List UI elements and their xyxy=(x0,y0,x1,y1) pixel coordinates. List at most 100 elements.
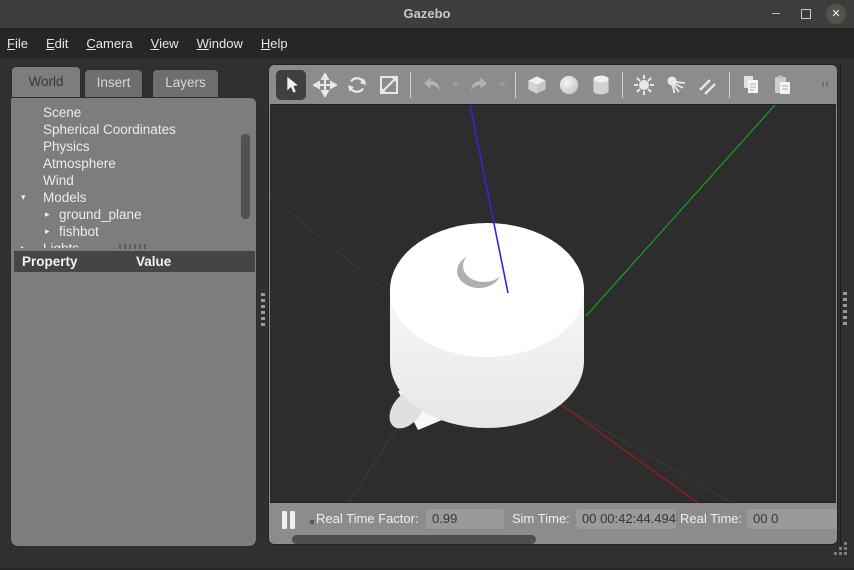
point-light-icon xyxy=(632,73,656,97)
rotate-tool-button[interactable] xyxy=(344,72,370,98)
cylinder-icon xyxy=(588,72,614,98)
expand-arrow-icon[interactable]: ▸ xyxy=(21,240,35,248)
real-time-factor-value: 0.99 xyxy=(426,509,504,529)
tree-item-spherical-coordinates[interactable]: Spherical Coordinates xyxy=(11,121,248,138)
right-panel-splitter[interactable] xyxy=(843,292,848,328)
titlebar[interactable]: Gazebo – ✕ xyxy=(0,0,854,28)
toolbar-separator xyxy=(622,72,623,98)
tree-item-physics[interactable]: Physics xyxy=(11,138,248,155)
render-toolbar xyxy=(269,65,837,104)
point-light-button[interactable] xyxy=(631,72,657,98)
insert-cylinder-button[interactable] xyxy=(588,72,614,98)
expand-arrow-icon[interactable]: ▸ xyxy=(45,223,59,240)
real-time-factor-label: Real Time Factor: xyxy=(316,509,419,529)
tab-world[interactable]: World xyxy=(11,66,81,97)
real-time-label: Real Time: xyxy=(680,509,742,529)
redo-icon xyxy=(467,73,491,97)
copy-button[interactable] xyxy=(738,72,764,98)
pause-button[interactable] xyxy=(282,511,298,529)
toolbar-overflow-grip[interactable] xyxy=(822,82,829,87)
world-tree: Scene Spherical Coordinates Physics Atmo… xyxy=(11,98,256,248)
menu-window[interactable]: Window xyxy=(195,34,245,53)
menu-file[interactable]: File xyxy=(5,34,30,53)
directional-light-icon xyxy=(696,73,720,97)
collapse-arrow-icon[interactable]: ▾ xyxy=(21,189,35,206)
left-panel: World Insert Layers Scene Spherical Coor… xyxy=(10,64,257,547)
menu-camera[interactable]: Camera xyxy=(84,34,134,53)
scrollbar-handle[interactable] xyxy=(292,535,536,544)
sim-time-value: 00 00:42:44.494 xyxy=(576,509,676,529)
rotate-icon xyxy=(345,73,369,97)
tree-item-fishbot[interactable]: ▸ fishbot xyxy=(11,223,248,240)
chevron-down-icon xyxy=(498,81,507,88)
left-panel-splitter[interactable] xyxy=(261,293,266,329)
menu-help[interactable]: Help xyxy=(259,34,290,53)
world-tab-panel: Scene Spherical Coordinates Physics Atmo… xyxy=(10,97,257,547)
redo-button[interactable] xyxy=(466,72,492,98)
tree-item-models[interactable]: ▾ Models xyxy=(11,189,248,206)
menu-view[interactable]: View xyxy=(149,34,181,53)
redo-history-button[interactable] xyxy=(498,72,507,98)
copy-icon xyxy=(739,73,763,97)
box-icon xyxy=(524,72,550,98)
undo-history-button[interactable] xyxy=(451,72,460,98)
cursor-arrow-icon xyxy=(280,74,302,96)
tree-item-atmosphere[interactable]: Atmosphere xyxy=(11,155,248,172)
simulation-status-bar: Real Time Factor: 0.99 Sim Time: 00 00:4… xyxy=(269,504,837,533)
render-panel: Real Time Factor: 0.99 Sim Time: 00 00:4… xyxy=(268,64,838,545)
insert-box-button[interactable] xyxy=(524,72,550,98)
tree-table-splitter[interactable] xyxy=(119,244,149,249)
close-icon: ✕ xyxy=(826,4,846,24)
right-panel-edge xyxy=(840,64,841,545)
scale-icon xyxy=(377,73,401,97)
property-column-header[interactable]: Property xyxy=(22,251,78,272)
tree-item-wind[interactable]: Wind xyxy=(11,172,248,189)
x-axis-line xyxy=(556,401,698,503)
fishbot-model xyxy=(382,223,584,435)
sim-time-label: Sim Time: xyxy=(512,509,570,529)
spot-light-button[interactable] xyxy=(663,72,689,98)
gazebo-window: Gazebo – ✕ File Edit Camera View Window … xyxy=(0,0,854,570)
real-time-value: 00 0 xyxy=(747,509,837,529)
scale-tool-button[interactable] xyxy=(376,72,402,98)
window-title: Gazebo xyxy=(0,0,854,28)
spot-light-icon xyxy=(664,73,688,97)
expand-arrow-icon[interactable]: ▸ xyxy=(45,206,59,223)
toolbar-separator xyxy=(515,72,516,98)
tree-item-ground-plane[interactable]: ▸ ground_plane xyxy=(11,206,248,223)
tab-layers[interactable]: Layers xyxy=(152,69,219,97)
toolbar-separator xyxy=(410,72,411,98)
minimize-button[interactable]: – xyxy=(764,0,788,28)
tree-scrollbar[interactable] xyxy=(241,134,250,219)
close-button[interactable]: ✕ xyxy=(825,0,847,28)
paste-button[interactable] xyxy=(770,72,796,98)
tree-item-scene[interactable]: Scene xyxy=(11,104,248,121)
directional-light-button[interactable] xyxy=(695,72,721,98)
scene-canvas xyxy=(270,105,836,504)
translate-tool-button[interactable] xyxy=(312,72,338,98)
y-axis-line xyxy=(586,105,775,316)
step-button[interactable] xyxy=(310,520,314,524)
menu-edit[interactable]: Edit xyxy=(44,34,70,53)
body-top xyxy=(390,223,584,357)
translate-icon xyxy=(313,73,337,97)
undo-button[interactable] xyxy=(419,72,445,98)
maximize-icon xyxy=(801,9,811,19)
3d-viewport[interactable] xyxy=(270,104,836,503)
status-horizontal-scrollbar xyxy=(269,533,837,545)
pause-icon xyxy=(290,511,295,529)
pause-icon xyxy=(282,511,287,529)
property-table-header: Property Value xyxy=(14,251,255,272)
tab-insert[interactable]: Insert xyxy=(84,69,143,97)
chevron-down-icon xyxy=(451,81,460,88)
toolbar-separator xyxy=(729,72,730,98)
maximize-button[interactable] xyxy=(794,0,818,28)
window-resize-grip[interactable] xyxy=(828,540,850,560)
sphere-icon xyxy=(556,72,582,98)
menubar: File Edit Camera View Window Help xyxy=(0,28,854,58)
insert-sphere-button[interactable] xyxy=(556,72,582,98)
value-column-header[interactable]: Value xyxy=(136,251,171,272)
undo-icon xyxy=(420,73,444,97)
paste-icon xyxy=(771,73,795,97)
select-tool-button[interactable] xyxy=(276,70,306,100)
